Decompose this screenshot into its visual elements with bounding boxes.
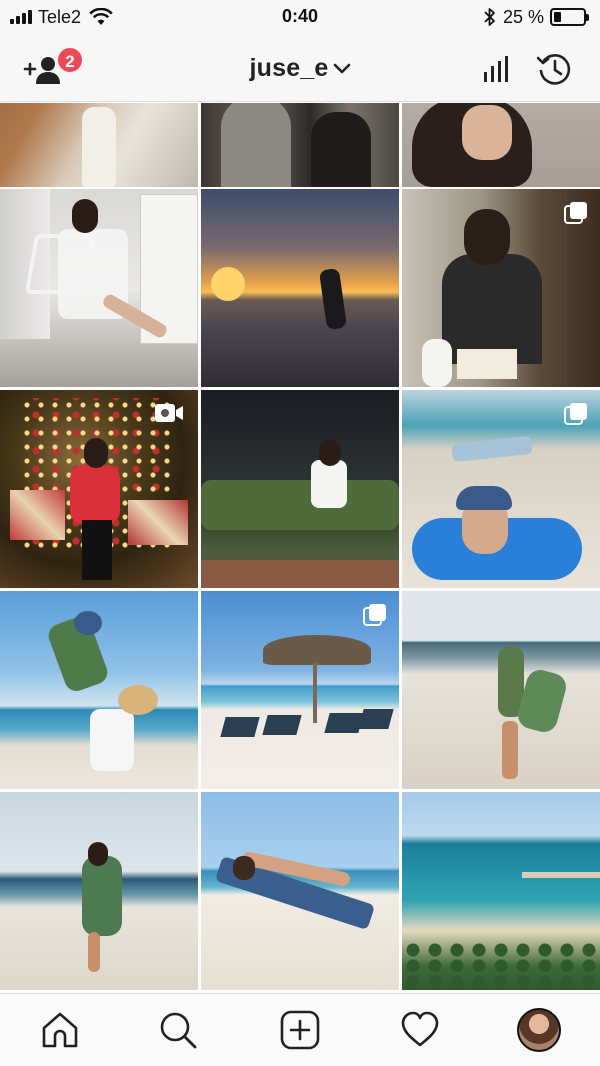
bluetooth-icon	[484, 8, 495, 26]
tab-bar	[0, 993, 600, 1066]
carousel-icon	[564, 202, 587, 224]
posts-grid	[0, 103, 600, 993]
history-icon[interactable]	[536, 51, 574, 87]
video-icon	[155, 404, 183, 422]
search-icon[interactable]	[158, 1010, 198, 1050]
heart-icon[interactable]	[400, 1010, 440, 1050]
post-tile[interactable]	[201, 390, 399, 588]
post-tile[interactable]	[402, 189, 600, 387]
home-icon[interactable]	[40, 1010, 80, 1050]
battery-percent: 25 %	[502, 6, 544, 27]
post-tile[interactable]	[402, 103, 600, 187]
username-label: juse_e	[249, 54, 329, 82]
post-tile[interactable]	[0, 792, 198, 990]
post-tile[interactable]	[201, 103, 399, 187]
post-tile[interactable]	[0, 189, 198, 387]
status-right: 25 %	[483, 6, 589, 28]
bar-chart-icon[interactable]	[482, 55, 512, 83]
carousel-icon	[363, 604, 386, 626]
post-tile[interactable]	[201, 792, 399, 990]
post-tile[interactable]	[0, 591, 198, 789]
profile-header: 2 juse_e	[0, 36, 600, 102]
battery-icon	[550, 8, 589, 26]
post-tile[interactable]	[201, 591, 399, 789]
profile-avatar[interactable]	[517, 1008, 561, 1052]
post-tile[interactable]	[0, 103, 198, 187]
status-bar: Tele2 0:40 25 %	[0, 0, 600, 36]
add-post-icon[interactable]	[280, 1010, 320, 1050]
chevron-down-icon	[333, 64, 350, 74]
post-tile[interactable]	[0, 390, 198, 588]
post-tile[interactable]	[201, 189, 399, 387]
post-tile[interactable]	[402, 390, 600, 588]
post-tile[interactable]	[402, 591, 600, 789]
post-tile[interactable]	[402, 792, 600, 990]
carousel-icon	[564, 403, 587, 425]
